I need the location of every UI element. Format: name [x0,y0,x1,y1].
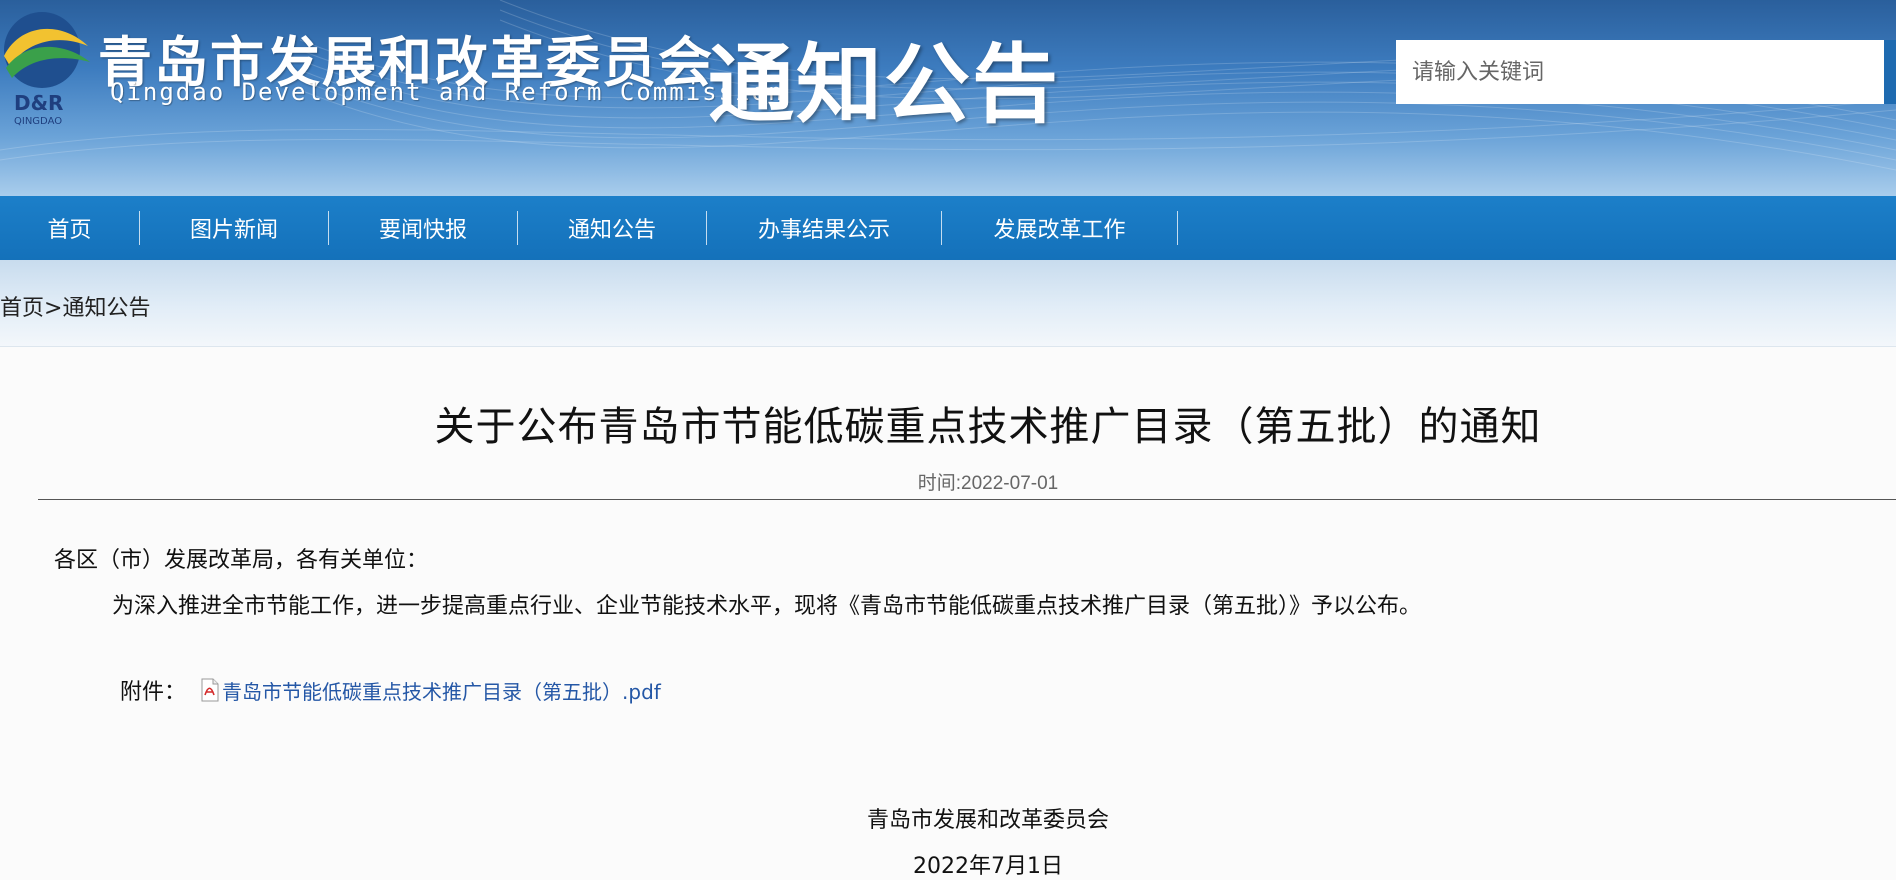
signature-date: 2022年7月1日 [913,854,1063,879]
breadcrumb-bar: 首页>通知公告 [0,260,1896,347]
article-time: 时间:2022-07-01 [917,473,1059,494]
title-divider [38,499,1896,500]
search-button[interactable] [1884,40,1896,104]
breadcrumb-home[interactable]: 首页 [0,296,44,321]
site-name-english: Qingdao Development and Reform Commissio… [110,78,785,106]
attachment-row: 附件： 青岛市节能低碳重点技术推广目录（第五批）.pdf [120,674,661,706]
breadcrumb-separator: > [44,296,63,321]
nav-item-notices[interactable]: 通知公告 [518,211,707,245]
pdf-icon [200,678,220,702]
header-banner: D&R QINGDAO 青岛市发展和改革委员会 Qingdao Developm… [0,0,1896,196]
attachment-label: 附件： [120,680,187,705]
article-salutation: 各区（市）发展改革局，各有关单位： [54,548,429,573]
attachment-link[interactable]: 青岛市节能低碳重点技术推广目录（第五批）.pdf [222,676,661,705]
nav-item-home[interactable]: 首页 [0,211,140,245]
nav-item-reform-work[interactable]: 发展改革工作 [942,211,1178,245]
nav-item-news-flash[interactable]: 要闻快报 [329,211,518,245]
search-input[interactable] [1396,40,1884,104]
section-title: 通知公告 [708,35,1060,135]
nav-item-results[interactable]: 办事结果公示 [707,211,942,245]
signature-org: 青岛市发展和改革委员会 [866,808,1109,833]
nav-item-photo-news[interactable]: 图片新闻 [140,211,329,245]
logo-text: D&R [14,91,63,115]
breadcrumb: 首页>通知公告 [0,290,150,322]
breadcrumb-current[interactable]: 通知公告 [62,296,150,321]
article-paragraph: 为深入推进全市节能工作，进一步提高重点行业、企业节能技术水平，现将《青岛市节能低… [112,594,1422,619]
logo-subtext: QINGDAO [14,116,62,126]
article-title: 关于公布青岛市节能低碳重点技术推广目录（第五批）的通知 [434,404,1542,450]
commission-logo[interactable]: D&R QINGDAO [0,6,96,127]
main-nav: 首页 图片新闻 要闻快报 通知公告 办事结果公示 发展改革工作 [0,196,1896,260]
